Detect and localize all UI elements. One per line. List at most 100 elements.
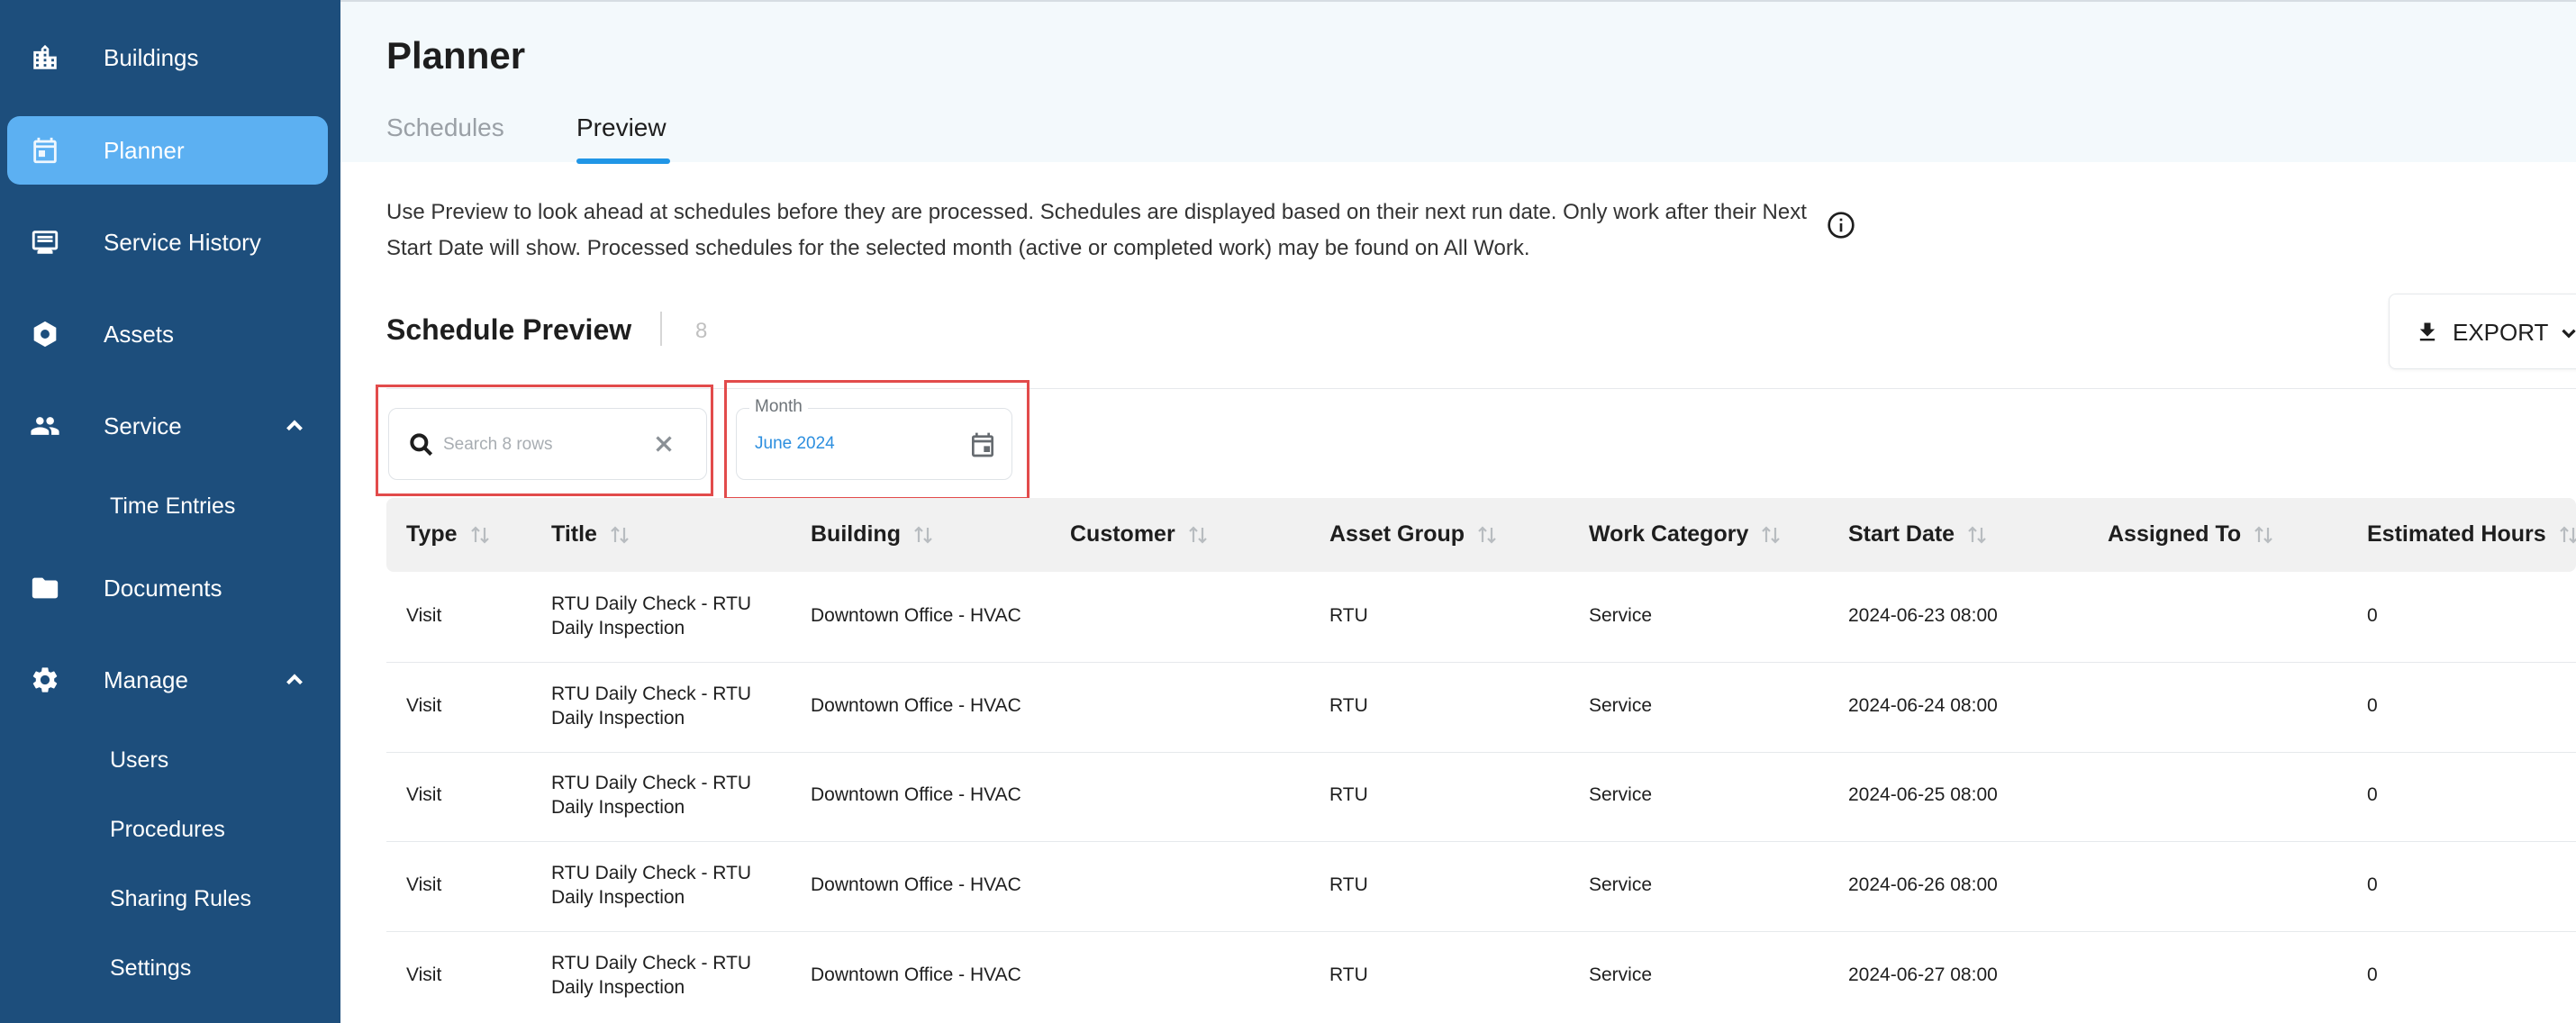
month-label: Month (749, 397, 808, 417)
cell-type: Visit (406, 605, 442, 626)
column-header-asset-group[interactable]: Asset Group (1329, 521, 1497, 548)
divider (386, 388, 2576, 389)
column-header-start-date[interactable]: Start Date (1848, 521, 1987, 548)
tab-preview[interactable]: Preview (576, 113, 667, 142)
search-field[interactable] (388, 408, 707, 480)
sidebar-item-assets[interactable]: Assets (7, 300, 328, 368)
table-row[interactable]: Visit RTU Daily Check - RTU Daily Inspect… (386, 752, 2576, 842)
building-icon (25, 38, 65, 77)
table-row[interactable]: Visit RTU Daily Check - RTU Daily Inspect… (386, 842, 2576, 932)
cell-title-line: Daily Inspection (551, 887, 685, 908)
column-label: Building (811, 521, 901, 547)
cell-type: Visit (406, 784, 442, 805)
column-label: Assigned To (2108, 521, 2242, 547)
column-header-customer[interactable]: Customer (1070, 521, 1208, 548)
info-icon[interactable] (1827, 211, 1855, 240)
column-header-work-category[interactable]: Work Category (1589, 521, 1781, 548)
list-icon (25, 222, 65, 262)
export-button[interactable]: EXPORT (2389, 294, 2576, 369)
sidebar-item-documents[interactable]: Documents (7, 554, 328, 622)
sidebar-item-service[interactable]: Service (7, 392, 328, 460)
cell-title-line: RTU Daily Check - RTU (551, 773, 752, 793)
cell-asset-group: RTU (1329, 964, 1368, 985)
cell-start-date: 2024-06-23 08:00 (1848, 605, 1998, 626)
cell-start-date: 2024-06-25 08:00 (1848, 784, 1998, 805)
sidebar-subitem-settings[interactable]: Settings (110, 955, 191, 982)
month-value: June 2024 (755, 434, 835, 453)
month-picker[interactable]: Month June 2024 (736, 397, 1012, 480)
sidebar-item-label: Documents (104, 574, 222, 602)
column-header-title[interactable]: Title (551, 521, 630, 548)
column-label: Asset Group (1329, 521, 1465, 547)
folder-icon (25, 568, 65, 608)
sort-icon[interactable] (1761, 524, 1781, 546)
calendar-icon (25, 131, 65, 170)
sort-icon[interactable] (470, 524, 490, 546)
people-icon (25, 406, 65, 446)
cell-title: RTU Daily Check - RTU Daily Inspection (551, 682, 767, 730)
cell-title-line: Daily Inspection (551, 708, 685, 729)
sidebar-item-manage[interactable]: Manage (7, 646, 328, 714)
cell-title-line: RTU Daily Check - RTU (551, 953, 752, 973)
cell-title-line: Daily Inspection (551, 797, 685, 818)
column-label: Customer (1070, 521, 1175, 547)
cell-work-category: Service (1589, 605, 1653, 626)
cell-estimated-hours: 0 (2367, 605, 2378, 626)
sort-icon[interactable] (1477, 524, 1497, 546)
cell-title: RTU Daily Check - RTU Daily Inspection (551, 861, 767, 910)
cell-title: RTU Daily Check - RTU Daily Inspection (551, 951, 767, 1000)
cell-work-category: Service (1589, 784, 1653, 805)
table-row[interactable]: Visit RTU Daily Check - RTU Daily Inspect… (386, 573, 2576, 663)
page-title: Planner (386, 34, 526, 77)
table-row[interactable]: Visit RTU Daily Check - RTU Daily Inspect… (386, 663, 2576, 753)
sidebar-subitem-time-entries[interactable]: Time Entries (110, 493, 235, 520)
cell-asset-group: RTU (1329, 695, 1368, 716)
search-input[interactable] (443, 429, 641, 461)
cell-building: Downtown Office - HVAC (811, 874, 1021, 895)
sidebar-item-label: Manage (104, 665, 188, 693)
search-icon (407, 430, 436, 459)
sidebar-item-label: Buildings (104, 43, 199, 71)
page-header: Planner Schedules Preview (340, 0, 2576, 164)
column-header-type[interactable]: Type (406, 521, 490, 548)
sidebar-subitem-procedures[interactable]: Procedures (110, 817, 225, 843)
cell-estimated-hours: 0 (2367, 695, 2378, 716)
cell-estimated-hours: 0 (2367, 784, 2378, 805)
hexagon-icon (25, 314, 65, 354)
sort-icon[interactable] (1188, 524, 1208, 546)
section-title: Schedule Preview (386, 313, 632, 346)
chevron-up-icon[interactable] (281, 412, 308, 439)
sidebar-subitem-users[interactable]: Users (110, 747, 168, 774)
sort-icon[interactable] (610, 524, 630, 546)
cell-start-date: 2024-06-26 08:00 (1848, 874, 1998, 895)
cell-type: Visit (406, 695, 442, 716)
table-row[interactable]: Visit RTU Daily Check - RTU Daily Inspect… (386, 932, 2576, 1022)
column-header-estimated-hours[interactable]: Estimated Hours (2367, 521, 2576, 548)
sort-icon[interactable] (1967, 524, 1987, 546)
sort-icon[interactable] (913, 524, 933, 546)
sort-icon[interactable] (2559, 524, 2576, 546)
chevron-down-icon (2557, 321, 2576, 345)
active-tab-indicator (576, 158, 670, 164)
sidebar-item-service-history[interactable]: Service History (7, 208, 328, 276)
cell-type: Visit (406, 964, 442, 985)
column-header-assigned-to[interactable]: Assigned To (2108, 521, 2273, 548)
sidebar-item-label: Service History (104, 228, 261, 256)
column-label: Work Category (1589, 521, 1749, 547)
sidebar-item-planner[interactable]: Planner (7, 116, 328, 185)
close-icon[interactable] (650, 430, 677, 457)
cell-work-category: Service (1589, 964, 1653, 985)
tab-schedules[interactable]: Schedules (386, 113, 504, 142)
column-header-building[interactable]: Building (811, 521, 933, 548)
sidebar-item-buildings[interactable]: Buildings (7, 23, 328, 92)
sort-icon[interactable] (2254, 524, 2273, 546)
chevron-up-icon[interactable] (281, 666, 308, 693)
cell-building: Downtown Office - HVAC (811, 964, 1021, 985)
info-description: Use Preview to look ahead at schedules b… (386, 200, 1807, 260)
sidebar-item-label: Planner (104, 136, 185, 164)
divider (660, 312, 662, 346)
column-label: Type (406, 521, 458, 547)
cell-title: RTU Daily Check - RTU Daily Inspection (551, 592, 767, 640)
calendar-icon[interactable] (968, 430, 997, 459)
sidebar-subitem-sharing-rules[interactable]: Sharing Rules (110, 886, 251, 912)
